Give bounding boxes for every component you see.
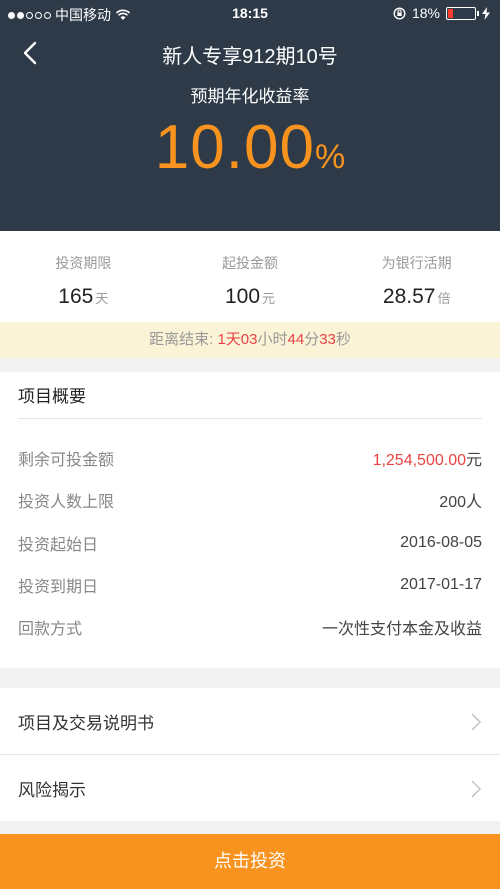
countdown-days-unit: 天: [225, 331, 241, 348]
stats-row: 投资期限 165 天 起投金额 100 元 为银行活期 28.57 倍: [0, 231, 500, 322]
stat-number: 100: [224, 285, 261, 308]
row-value: 200人: [439, 494, 482, 511]
chevron-right-icon: [471, 780, 482, 798]
expected-rate: 10.00%: [0, 112, 500, 183]
stat-value: 28.57 倍: [333, 285, 500, 309]
stat-unit: 元: [262, 291, 276, 306]
orientation-lock-icon: [393, 6, 406, 20]
row-label: 投资人数上限: [18, 494, 115, 511]
rate-value: 10.00: [154, 113, 315, 182]
project-overview: 项目概要 剩余可投金额 1,254,500.00元 投资人数上限 200人 投资…: [0, 372, 500, 668]
row-value: 2016-08-05: [400, 534, 482, 551]
status-right: 18%: [393, 5, 490, 21]
countdown-hours-unit: 小时: [257, 331, 288, 348]
stat-value: 100 元: [167, 285, 334, 309]
row-value: 1,254,500.00元: [373, 446, 482, 470]
status-bar: 中国移动 18:15 18%: [0, 0, 500, 26]
divider: [18, 418, 482, 419]
overview-row-repayment: 回款方式 一次性支付本金及收益: [18, 615, 482, 639]
link-prospectus[interactable]: 项目及交易说明书: [0, 688, 500, 754]
rate-label: 预期年化收益率: [190, 87, 310, 106]
row-label: 投资起始日: [18, 537, 99, 554]
countdown-minutes-unit: 分: [304, 331, 320, 348]
overview-row-end-date: 投资到期日 2017-01-17: [18, 573, 482, 597]
header-panel: 中国移动 18:15 18% 新人专享912期10号 预期年化收益率 10.00…: [0, 0, 500, 231]
row-label: 剩余可投金额: [18, 452, 115, 469]
countdown-seconds-unit: 秒: [335, 331, 351, 348]
row-label: 回款方式: [18, 621, 83, 638]
countdown-days: 1: [217, 331, 226, 348]
rate-unit: %: [314, 138, 346, 176]
stat-label: 为银行活期: [381, 255, 452, 271]
battery-level: [448, 8, 453, 18]
stat-number: 28.57: [382, 285, 436, 308]
stat-bank-multiple: 为银行活期 28.57 倍: [333, 231, 500, 322]
remaining-amount: 1,254,500.00: [372, 452, 466, 469]
stat-number: 165: [58, 285, 94, 308]
stat-min-amount: 起投金额 100 元: [167, 231, 334, 322]
battery-icon: [446, 6, 479, 20]
link-label: 风险揭示: [18, 781, 86, 800]
row-label: 投资到期日: [18, 579, 99, 596]
overview-row-remaining: 剩余可投金额 1,254,500.00元: [18, 446, 482, 470]
battery-percent: 18%: [411, 5, 440, 21]
row-value: 一次性支付本金及收益: [321, 621, 482, 638]
countdown-minutes: 44: [287, 331, 305, 348]
invest-button[interactable]: 点击投资: [0, 834, 500, 889]
row-suffix: 元: [465, 452, 482, 469]
charging-icon: [482, 6, 490, 20]
overview-title: 项目概要: [18, 387, 86, 406]
stat-unit: 倍: [437, 291, 451, 306]
stat-label: 起投金额: [222, 255, 278, 271]
stat-label: 投资期限: [55, 255, 112, 271]
countdown-banner: 距离结束: 1天03小时44分33秒: [0, 322, 500, 358]
countdown-seconds: 33: [319, 331, 336, 348]
countdown-hours: 03: [240, 331, 258, 348]
stat-unit: 天: [95, 291, 109, 306]
page-title: 新人专享912期10号: [162, 46, 338, 68]
link-risk-disclosure[interactable]: 风险揭示: [0, 755, 500, 821]
overview-row-start-date: 投资起始日 2016-08-05: [18, 531, 482, 555]
stat-term: 投资期限 165 天: [0, 231, 167, 322]
link-label: 项目及交易说明书: [18, 714, 154, 733]
row-value: 2017-01-17: [400, 576, 482, 593]
countdown-prefix: 距离结束:: [149, 331, 214, 348]
chevron-right-icon: [471, 713, 482, 731]
stat-value: 165 天: [0, 285, 167, 309]
overview-row-investor-limit: 投资人数上限 200人: [18, 488, 482, 512]
